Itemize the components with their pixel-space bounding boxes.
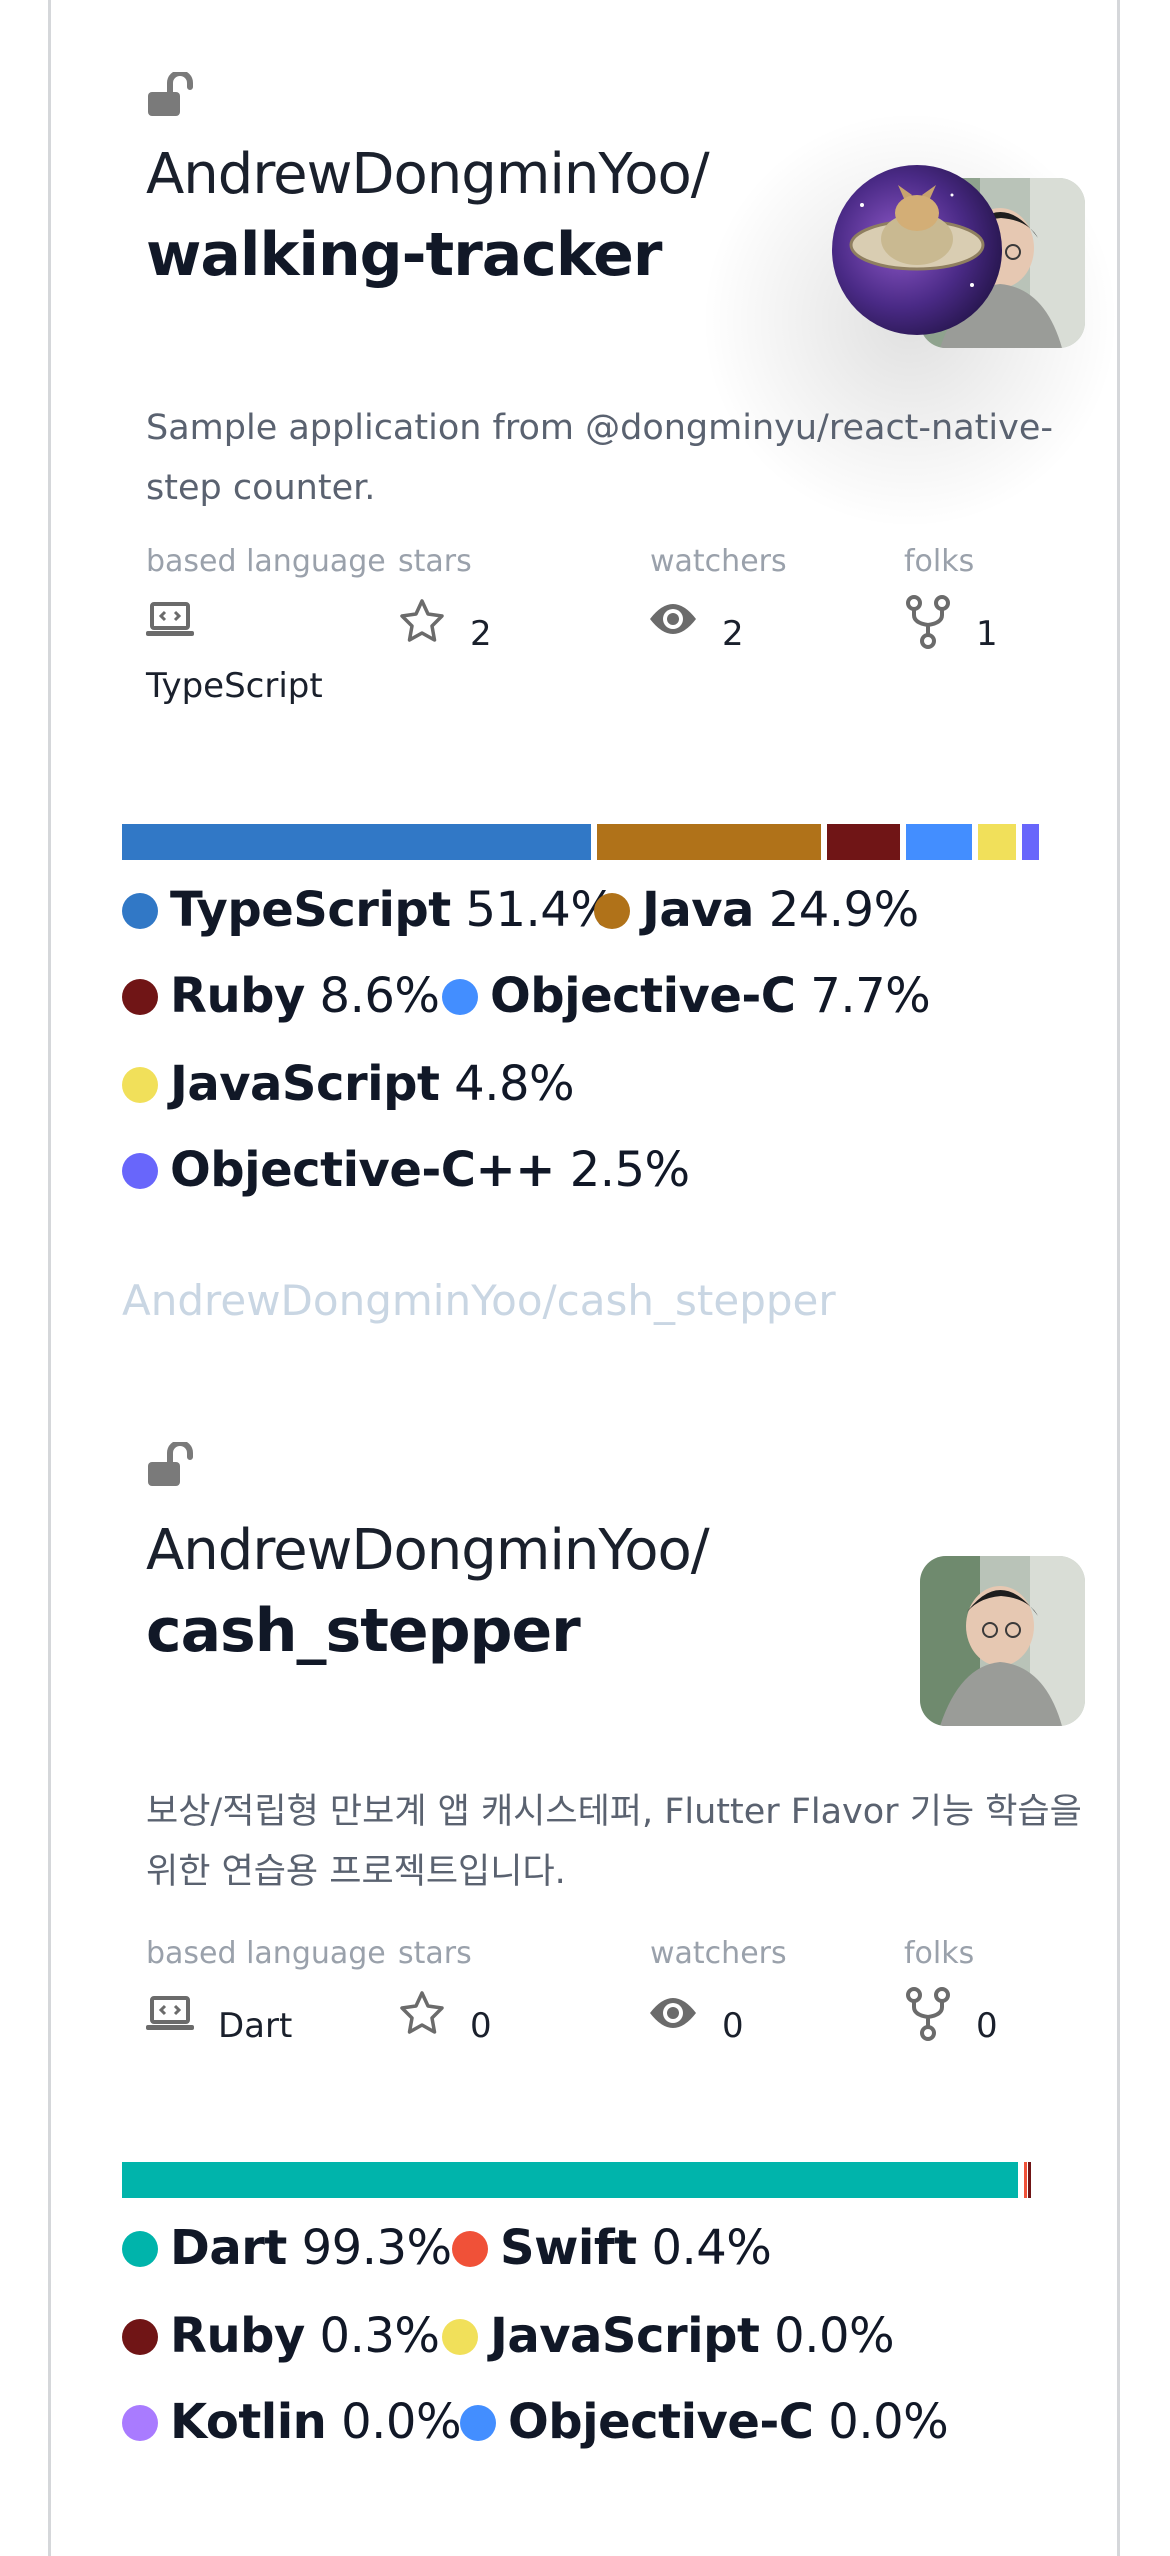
watchers-value: 2 <box>722 614 744 654</box>
repo-owner[interactable]: AndrewDongminYoo/ <box>146 1518 710 1583</box>
language-legend-item: Objective-C 7.7% <box>442 968 931 1024</box>
repo-name[interactable]: cash_stepper <box>146 1596 581 1666</box>
language-name: JavaScript <box>170 1056 440 1112</box>
language-color-dot <box>122 893 158 929</box>
language-percent: 0.0% <box>774 2308 895 2364</box>
code-laptop-icon <box>146 1996 194 2030</box>
language-name: Ruby <box>170 968 305 1024</box>
language-percent: 2.5% <box>569 1142 690 1198</box>
stars-value: 2 <box>470 614 492 654</box>
language-name: Swift <box>500 2220 637 2276</box>
language-legend-item: Objective-C 0.0% <box>460 2394 949 2450</box>
language-name: TypeScript <box>170 882 451 938</box>
language-color-dot <box>122 979 158 1015</box>
language-color-dot <box>452 2231 488 2267</box>
language-name: Objective-C <box>490 968 796 1024</box>
unlock-icon <box>148 1442 193 1486</box>
language-bar-segment <box>1023 2162 1027 2198</box>
language-bar-segment <box>122 824 591 860</box>
language-percent: 0.3% <box>319 2308 440 2364</box>
language-name: Dart <box>170 2220 287 2276</box>
eye-icon[interactable] <box>648 600 698 638</box>
language-percent: 4.8% <box>454 1056 575 1112</box>
language-color-dot <box>122 2231 158 2267</box>
fork-icon[interactable] <box>904 1986 952 2042</box>
watchers-label: watchers <box>650 544 787 579</box>
repo-name[interactable]: walking-tracker <box>146 220 662 290</box>
language-bar-segment <box>906 824 972 860</box>
language-name: Objective-C <box>508 2394 814 2450</box>
language-bar <box>122 824 1046 860</box>
language-percent: 0.0% <box>341 2394 462 2450</box>
language-color-dot <box>594 893 630 929</box>
language-percent: 24.9% <box>768 882 919 938</box>
language-percent: 99.3% <box>301 2220 452 2276</box>
language-bar-segment <box>827 824 901 860</box>
language-color-dot <box>122 2405 158 2441</box>
language-label: based language <box>146 1936 386 1971</box>
language-bar-segment <box>122 2162 1018 2198</box>
watchers-value: 0 <box>722 2006 744 2046</box>
language-value: Dart <box>218 2006 293 2046</box>
repo-link-cash-stepper[interactable]: AndrewDongminYoo/cash_stepper <box>122 1276 836 1325</box>
language-name: Java <box>642 882 754 938</box>
forks-value: 1 <box>976 614 998 654</box>
star-icon[interactable] <box>398 598 446 644</box>
eye-icon[interactable] <box>648 1994 698 2032</box>
stars-value: 0 <box>470 2006 492 2046</box>
repo-owner[interactable]: AndrewDongminYoo/ <box>146 142 710 207</box>
language-name: Kotlin <box>170 2394 327 2450</box>
star-icon[interactable] <box>398 1990 446 2036</box>
language-legend-item: JavaScript 4.8% <box>122 1056 575 1112</box>
fork-icon[interactable] <box>904 594 952 650</box>
language-bar-segment <box>596 824 821 860</box>
language-value: TypeScript <box>146 666 323 706</box>
language-name: Objective-C++ <box>170 1142 555 1198</box>
language-percent: 51.4% <box>465 882 616 938</box>
watchers-label: watchers <box>650 1936 787 1971</box>
stars-label: stars <box>398 1936 472 1971</box>
language-legend-item: Java 24.9% <box>594 882 919 938</box>
language-name: Ruby <box>170 2308 305 2364</box>
language-label: based language <box>146 544 386 579</box>
language-legend-item: Dart 99.3% <box>122 2220 452 2276</box>
language-legend-item: TypeScript 51.4% <box>122 882 616 938</box>
language-color-dot <box>460 2405 496 2441</box>
language-bar <box>122 2162 1031 2198</box>
language-color-dot <box>122 1153 158 1189</box>
language-legend-item: JavaScript 0.0% <box>442 2308 895 2364</box>
language-legend-item: Swift 0.4% <box>452 2220 772 2276</box>
forks-label: folks <box>904 544 975 579</box>
language-bar-segment <box>977 824 1016 860</box>
language-legend-item: Objective-C++ 2.5% <box>122 1142 690 1198</box>
forks-value: 0 <box>976 2006 998 2046</box>
language-color-dot <box>442 979 478 1015</box>
stars-label: stars <box>398 544 472 579</box>
language-color-dot <box>122 1067 158 1103</box>
org-avatar[interactable] <box>832 165 1002 335</box>
language-percent: 0.0% <box>828 2394 949 2450</box>
language-legend-item: Ruby 0.3% <box>122 2308 440 2364</box>
repo-description: 보상/적립형 만보계 앱 캐시스테퍼, Flutter Flavor 기능 학습… <box>146 1792 1082 1892</box>
language-bar-segment <box>1021 824 1040 860</box>
owner-avatar[interactable] <box>920 1556 1085 1726</box>
language-percent: 7.7% <box>810 968 931 1024</box>
repo-description: Sample application from @dongminyu/react… <box>146 408 1053 508</box>
forks-label: folks <box>904 1936 975 1971</box>
code-laptop-icon <box>146 602 194 636</box>
language-name: JavaScript <box>490 2308 760 2364</box>
language-color-dot <box>442 2319 478 2355</box>
language-color-dot <box>122 2319 158 2355</box>
language-legend-item: Ruby 8.6% <box>122 968 440 1024</box>
language-bar-segment <box>1027 2162 1031 2198</box>
language-percent: 8.6% <box>319 968 440 1024</box>
language-percent: 0.4% <box>651 2220 772 2276</box>
unlock-icon <box>148 72 193 116</box>
language-legend-item: Kotlin 0.0% <box>122 2394 462 2450</box>
